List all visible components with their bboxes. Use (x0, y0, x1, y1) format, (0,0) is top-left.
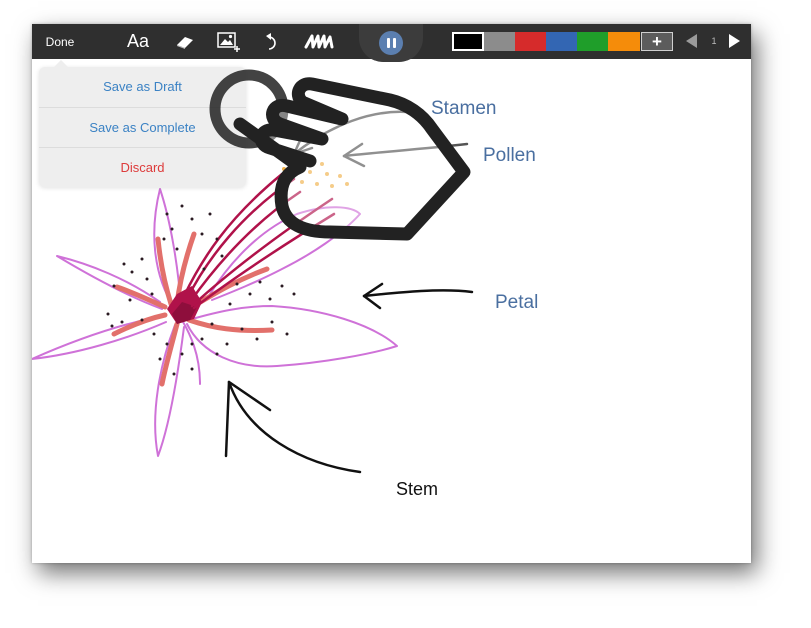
label-pollen: Pollen (483, 145, 536, 166)
tap-hand-gesture-icon (209, 69, 471, 241)
whiteboard-app-window: Done Aa + 1 Stamen Pollen Petal Stem Sav… (32, 24, 751, 563)
label-petal: Petal (495, 292, 539, 313)
label-stem: Stem (396, 479, 439, 499)
